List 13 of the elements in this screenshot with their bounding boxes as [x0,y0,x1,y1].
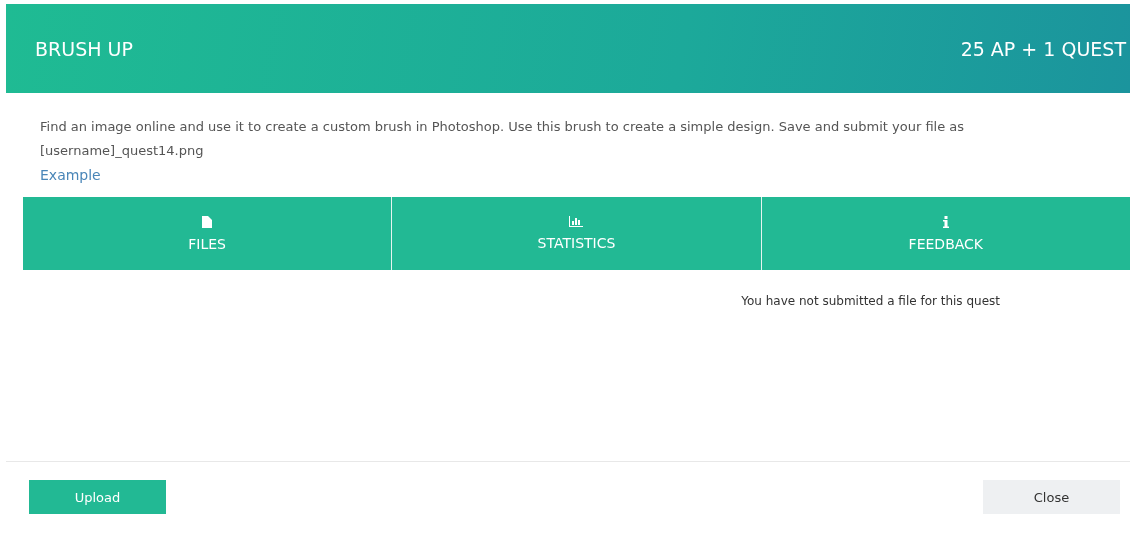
empty-message: You have not submitted a file for this quest [741,294,1000,310]
close-button[interactable]: Close [983,480,1120,514]
tab[interactable]: FILES [23,197,393,270]
quest-description: Find an image online and use it to create a custom brush in Photoshop. Use this brush to create a simple design. Save and submit your file as [username]_quest14.png [40,118,966,160]
bar-chart-icon [569,216,584,227]
tab[interactable]: FEEDBACK [761,197,1130,270]
example-link[interactable]: Example [40,163,101,187]
quest-title: BRUSH UP [35,37,133,60]
quest-reward: 25 AP + 1 QUEST [960,37,1126,60]
info-icon [942,215,949,228]
file-icon [202,215,213,228]
tab[interactable]: STATISTICS [392,197,762,270]
upload-button[interactable]: Upload [29,480,166,514]
